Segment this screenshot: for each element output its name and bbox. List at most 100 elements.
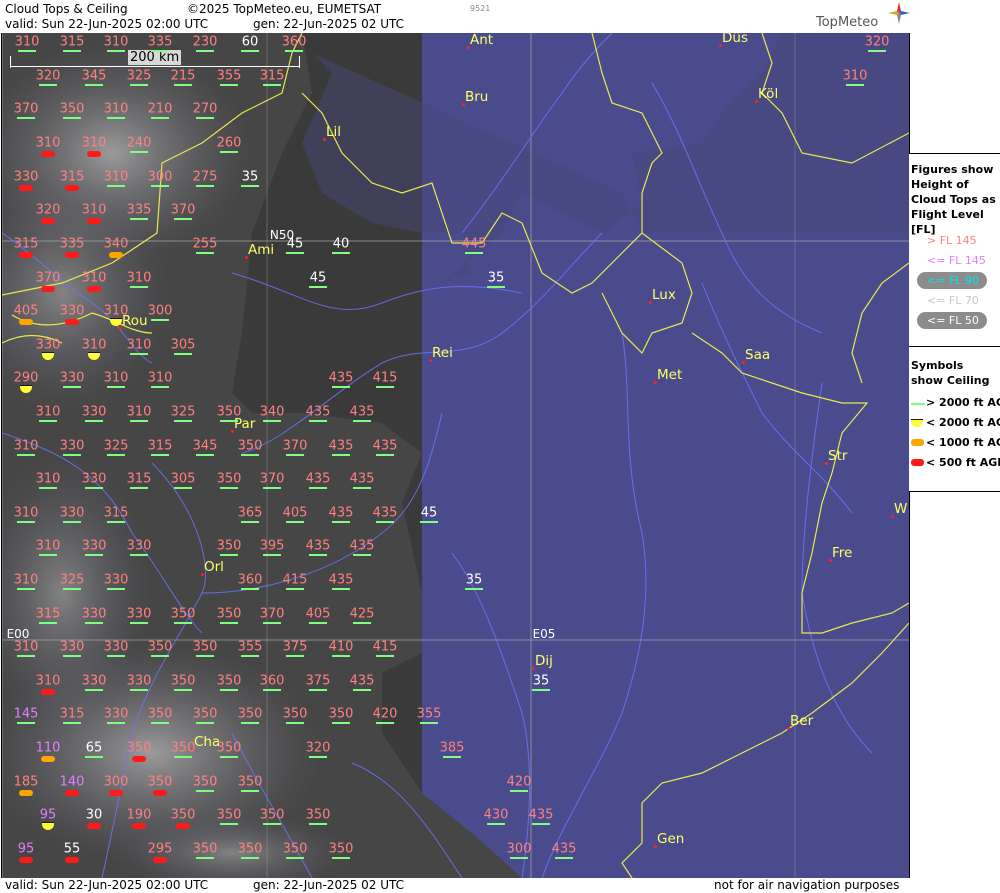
cloud-top-value: 260 [216, 135, 242, 151]
cloud-top-value: 415 [372, 370, 398, 386]
ceiling-symbol [19, 185, 33, 191]
ceiling-symbol [130, 689, 148, 691]
legend-symbols-title: Symbols show Ceiling [911, 359, 990, 387]
cloud-top-value: 230 [192, 34, 218, 50]
cloud-top-value: 325 [103, 438, 129, 454]
ceiling-symbol [241, 185, 259, 187]
cloud-top-value: 350 [328, 841, 354, 857]
city-label: Gen [657, 831, 685, 847]
ceiling-symbol [353, 689, 371, 691]
cloud-top-value: 310 [81, 202, 107, 218]
cloud-top-value: 405 [305, 606, 331, 622]
header-bar: Cloud Tops & Ceiling ©2025 TopMeteo.eu, … [0, 0, 910, 32]
cloud-top-value: 335 [147, 34, 173, 50]
legend-ceiling-label: > 2000 ft AGL [926, 396, 1000, 409]
cloud-top-value: 420 [506, 774, 532, 790]
cloud-top-value: 330 [81, 606, 107, 622]
cloud-top-value: 350 [170, 673, 196, 689]
ceiling-symbol [263, 823, 281, 825]
cloud-top-value: 315 [13, 236, 39, 252]
cloud-top-value: 310 [81, 337, 107, 353]
ceiling-symbol [196, 857, 214, 859]
footer-bar: valid: Sun 22-Jun-2025 02:00 UTC gen: 22… [0, 878, 910, 893]
ceiling-symbol [353, 420, 371, 422]
ceiling-symbol [85, 420, 103, 422]
ceiling-symbol [174, 218, 192, 220]
cloud-top-value: 385 [439, 740, 465, 756]
cloud-top-value: 360 [259, 673, 285, 689]
city-label: Lux [652, 287, 676, 303]
cloud-top-value: 290 [13, 370, 39, 386]
cloud-top-value: 340 [259, 404, 285, 420]
footer-valid-time: valid: Sun 22-Jun-2025 02:00 UTC [5, 878, 209, 892]
cloud-top-value: 110 [35, 740, 61, 756]
cloud-top-value: 185 [13, 774, 39, 790]
legend-ceiling-item: < 500 ft AGL [909, 456, 1000, 472]
ceiling-symbol [85, 622, 103, 624]
legend-fl-label: <= FL 90 [927, 274, 979, 287]
satellite-map[interactable]: 200 km N50 E00 E05 Ant Düs Bru Köl Lil Ami Lux… [1, 33, 910, 878]
cloud-top-value: 310 [13, 505, 39, 521]
cloud-top-value: 350 [192, 841, 218, 857]
ceiling-symbol [376, 521, 394, 523]
ceiling-symbol [85, 487, 103, 489]
ceiling-symbol [196, 655, 214, 657]
cloud-top-value: 275 [192, 169, 218, 185]
city-label: Orl [204, 559, 224, 575]
ceiling-symbol [65, 790, 79, 796]
cloud-top-value: 350 [126, 740, 152, 756]
ceiling-symbol [332, 655, 350, 657]
cloud-top-value: 345 [81, 68, 107, 84]
cloud-top-value: 255 [192, 236, 218, 252]
ceiling-symbol [151, 185, 169, 187]
ceiling-symbol [376, 454, 394, 456]
copyright: ©2025 TopMeteo.eu, EUMETSAT [187, 2, 382, 16]
cloud-top-value: 310 [81, 270, 107, 286]
cloud-top-value: 310 [126, 270, 152, 286]
cloud-top-value: 350 [216, 538, 242, 554]
cloud-top-value: 350 [216, 673, 242, 689]
ceiling-symbol [41, 286, 55, 292]
ceiling-symbol [263, 420, 281, 422]
ceiling-symbol [196, 252, 214, 254]
ceiling-symbol [85, 756, 103, 758]
ceiling-symbol [285, 50, 303, 52]
cloud-top-value: 350 [237, 774, 263, 790]
ceiling-symbol [443, 756, 461, 758]
cloud-top-value: 65 [85, 740, 103, 756]
city-label: Ant [470, 33, 494, 48]
cloud-top-value: 325 [170, 404, 196, 420]
cloud-top-value: 310 [103, 101, 129, 117]
ceiling-symbol [174, 487, 192, 489]
cloud-top-value: 35 [241, 169, 259, 185]
city-label: Bru [465, 89, 489, 105]
ceiling-symbol [420, 722, 438, 724]
ceiling-symbol [63, 588, 81, 590]
cloud-top-value: 425 [349, 606, 375, 622]
cloud-top-value: 305 [170, 471, 196, 487]
ceiling-symbol [332, 521, 350, 523]
ceiling-symbol [332, 722, 350, 724]
cloud-top-value: 315 [59, 706, 85, 722]
cloud-top-value: 405 [282, 505, 308, 521]
legend-ceiling-label: < 500 ft AGL [926, 456, 1000, 469]
ceiling-symbol [846, 84, 864, 86]
legend-ceiling-symbol [911, 459, 924, 466]
ceiling-symbol [65, 185, 79, 191]
cloud-top-value: 445 [461, 236, 487, 252]
ceiling-symbol [465, 252, 483, 254]
cloud-top-value: 315 [103, 505, 129, 521]
ceiling-symbol [353, 622, 371, 624]
ceiling-symbol [220, 823, 238, 825]
cloud-top-value: 330 [81, 404, 107, 420]
ceiling-symbol [39, 554, 57, 556]
legend-ceiling-symbol [911, 419, 923, 427]
cloud-top-value: 330 [35, 337, 61, 353]
cloud-top-value: 350 [305, 807, 331, 823]
legend-ceiling-symbol [911, 403, 925, 405]
cloud-top-value: 310 [103, 34, 129, 50]
ceiling-symbol [263, 689, 281, 691]
city-label: Str [828, 448, 848, 464]
cloud-top-value: 355 [416, 706, 442, 722]
cloud-top-value: 415 [282, 572, 308, 588]
